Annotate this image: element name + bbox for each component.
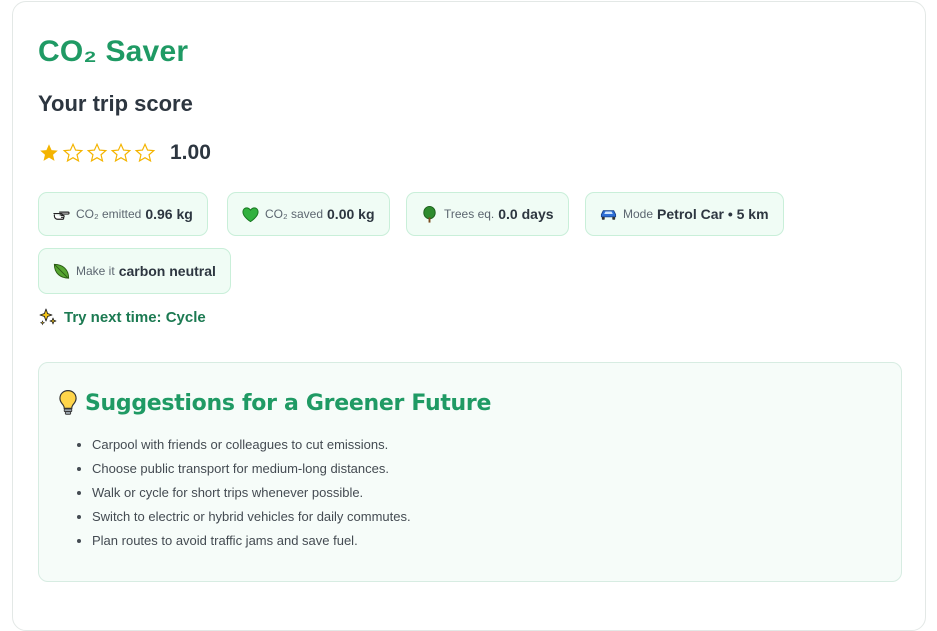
star-empty-icon [62, 142, 84, 163]
app-title: CO₂ Saver [38, 35, 189, 68]
trip-score-heading: Your trip score [38, 91, 193, 116]
sparkles-icon [39, 308, 57, 326]
star-empty-icon [86, 142, 108, 163]
chip-label: Make it [76, 264, 115, 278]
lightbulb-icon [59, 390, 77, 415]
try-next-text: Try next time: Cycle [64, 308, 206, 326]
chip-value: 0.0 days [498, 206, 554, 222]
try-next-tip: Try next time: Cycle [38, 307, 206, 327]
list-item: Choose public transport for medium-long … [92, 457, 411, 481]
chip-value: carbon neutral [118, 263, 216, 279]
chip-value: Petrol Car • 5 km [657, 206, 769, 222]
star-rating: 1.00 [38, 140, 211, 166]
tree-icon [423, 205, 436, 223]
co2-emitted-chip: CO₂ emitted 0.96 kg [38, 192, 208, 236]
list-item: Switch to electric or hybrid vehicles fo… [92, 505, 411, 529]
travel-mode-chip: Mode Petrol Car • 5 km [585, 192, 784, 236]
pointing-hand-icon [53, 211, 70, 220]
suggestions-list: Carpool with friends or colleagues to cu… [73, 433, 411, 553]
star-filled-icon [40, 144, 58, 161]
chip-value: 0.96 kg [145, 206, 193, 222]
score-value: 1.00 [170, 141, 211, 164]
list-item: Walk or cycle for short trips whenever p… [92, 481, 411, 505]
suggestions-panel: Suggestions for a Greener Future Carpool… [38, 362, 902, 582]
trees-equivalent-chip: Trees eq. 0.0 days [406, 192, 569, 236]
leaf-icon [53, 263, 70, 279]
suggestions-title: Suggestions for a Greener Future [57, 389, 491, 417]
carbon-neutral-chip[interactable]: Make it carbon neutral [38, 248, 231, 294]
list-item: Carpool with friends or colleagues to cu… [92, 433, 411, 457]
list-item: Plan routes to avoid traffic jams and sa… [92, 529, 411, 553]
chip-label: CO₂ saved [265, 207, 324, 221]
co2-saved-chip: CO₂ saved 0.00 kg [227, 192, 390, 236]
chip-label: CO₂ emitted [76, 207, 142, 221]
star-empty-icon [110, 142, 132, 163]
chip-value: 0.00 kg [327, 206, 375, 222]
star-empty-icon [134, 142, 156, 163]
suggestions-title-text: Suggestions for a Greener Future [85, 390, 492, 416]
chip-label: Mode [623, 207, 654, 221]
green-heart-icon [242, 206, 259, 222]
car-icon [600, 209, 617, 220]
chip-label: Trees eq. [444, 207, 495, 221]
